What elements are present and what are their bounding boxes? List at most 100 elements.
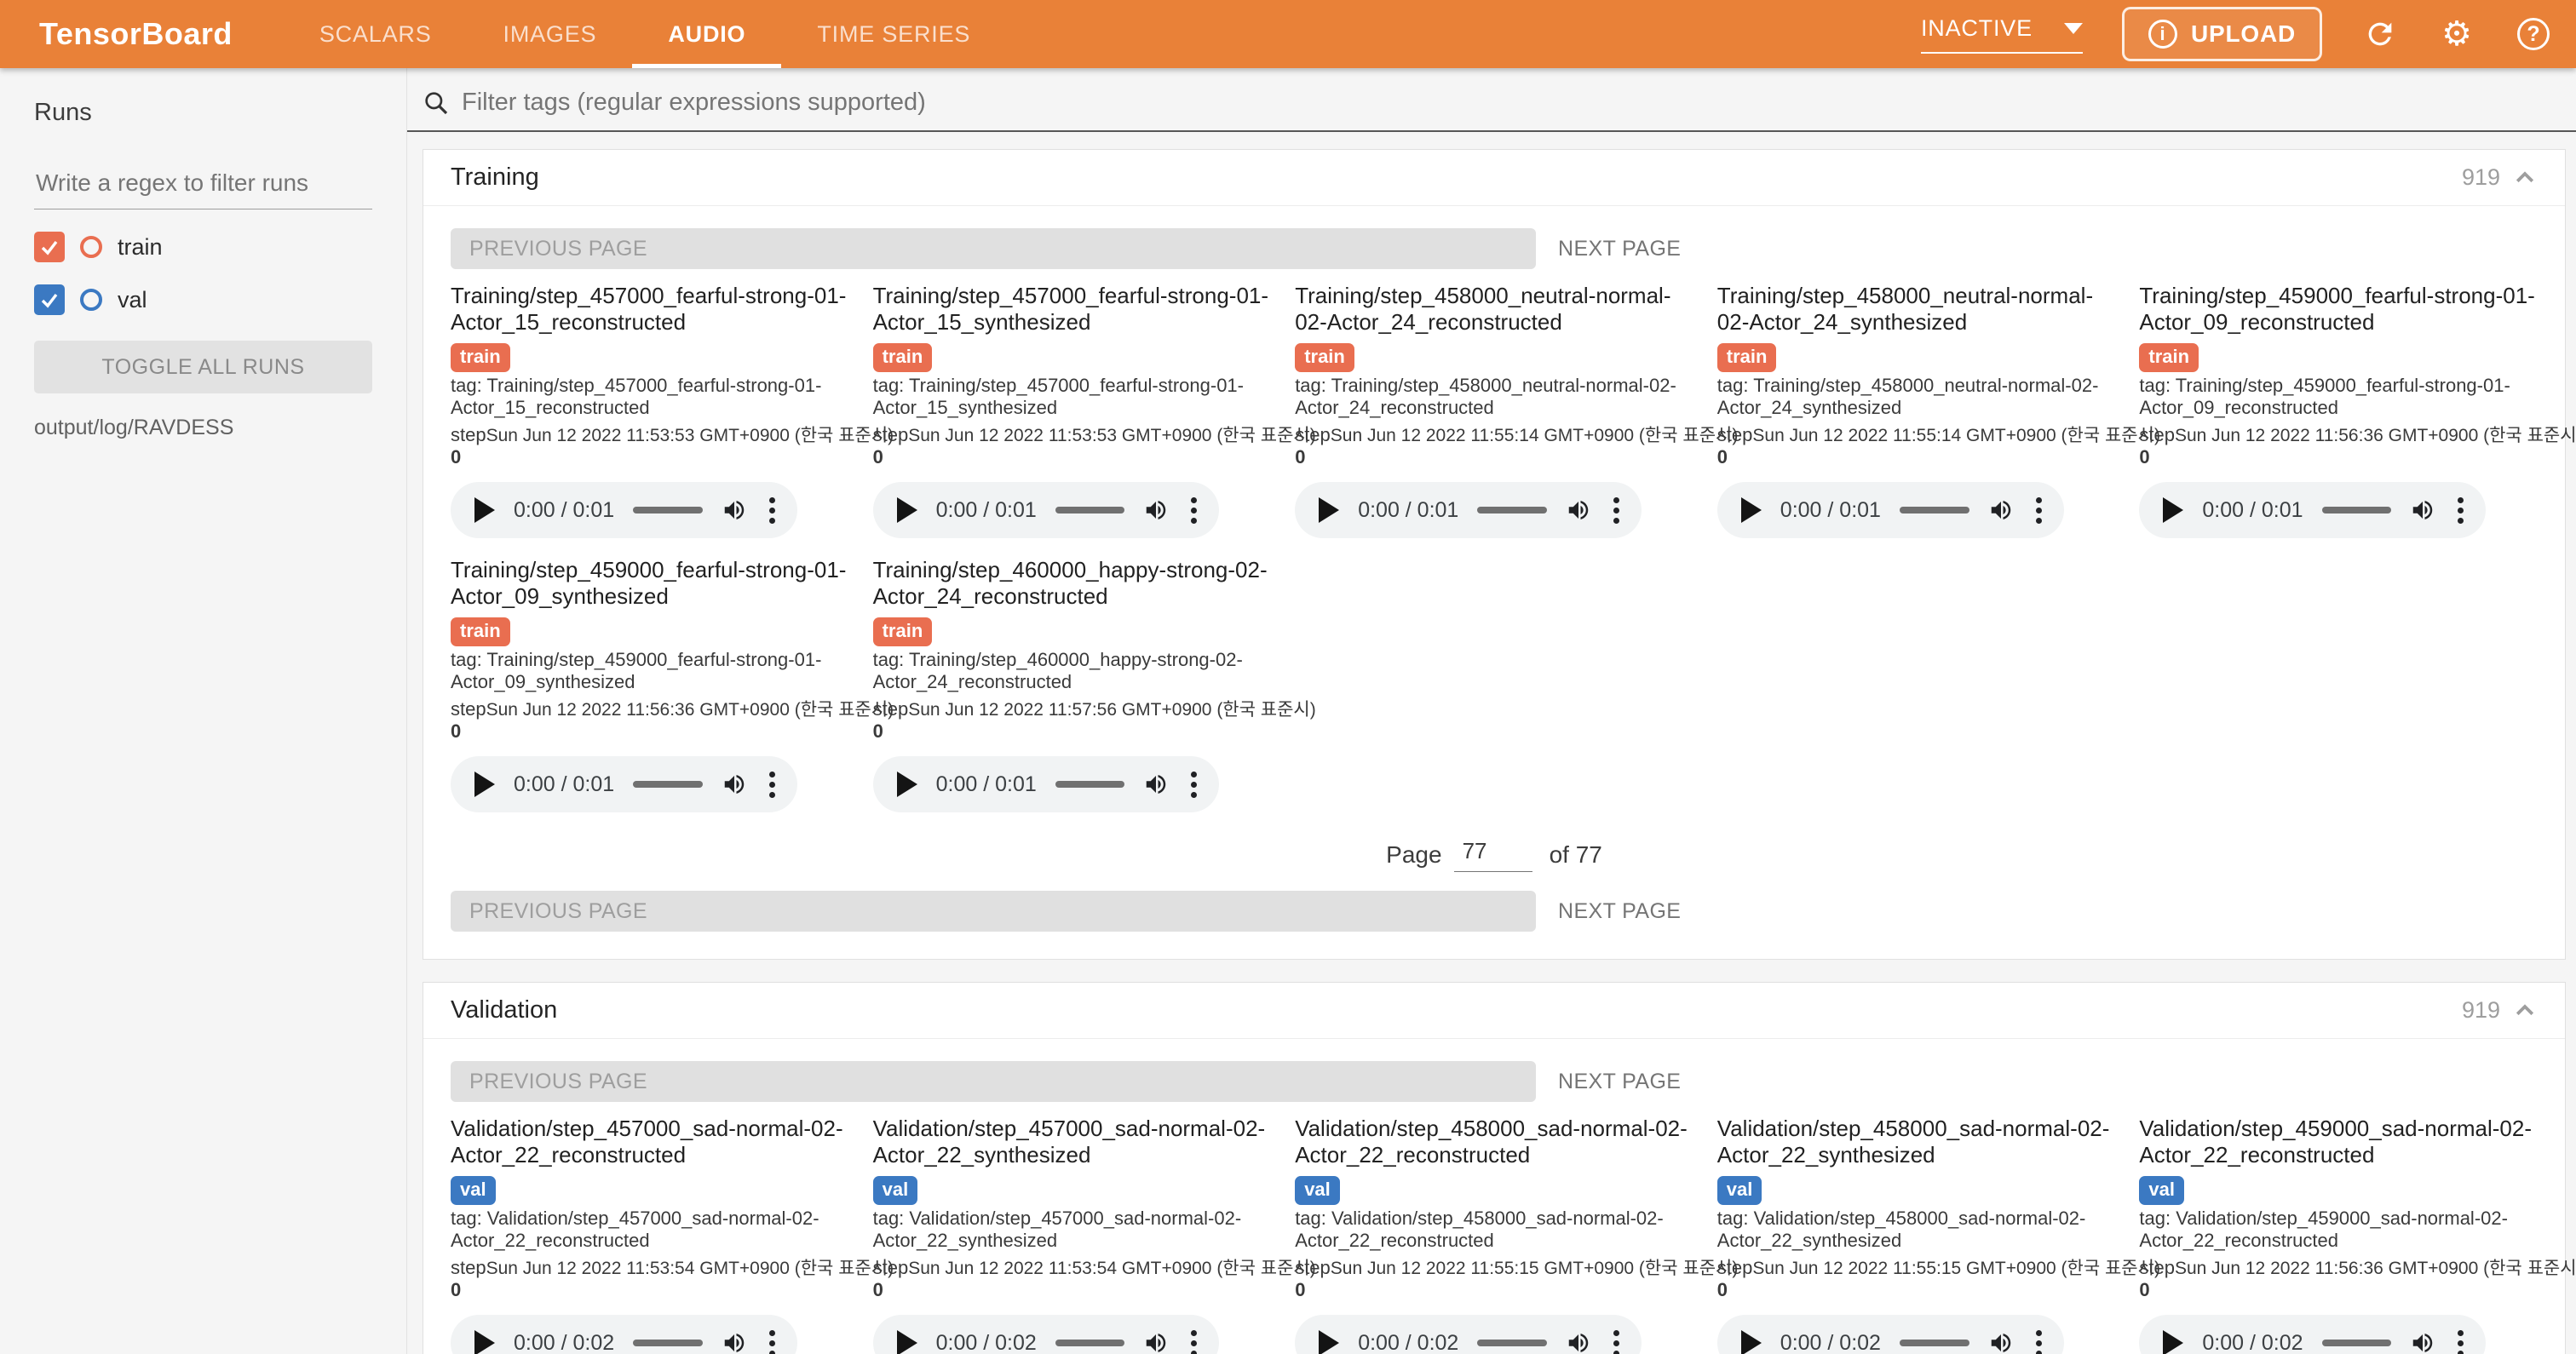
card-tag: tag: Validation/step_457000_sad-normal-0… (451, 1208, 849, 1252)
next-page-button[interactable]: NEXT PAGE (1558, 237, 1681, 261)
card-tag: tag: Validation/step_458000_sad-normal-0… (1295, 1208, 1693, 1252)
audio-progress-bar[interactable] (633, 507, 703, 513)
volume-icon[interactable] (722, 772, 747, 797)
upload-button[interactable]: i UPLOAD (2122, 7, 2322, 61)
section-count: 919 (2462, 997, 2500, 1024)
val-color-toggle[interactable] (80, 289, 102, 311)
volume-icon[interactable] (722, 1330, 747, 1354)
search-icon (423, 89, 450, 117)
play-icon[interactable] (1741, 1330, 1762, 1354)
play-icon[interactable] (897, 1330, 917, 1354)
val-checkbox[interactable] (34, 284, 65, 315)
card-timestamp: Sun Jun 12 2022 11:56:36 GMT+0900 (한국 표준… (2175, 422, 2576, 447)
volume-icon[interactable] (1988, 497, 2014, 523)
previous-page-button[interactable]: PREVIOUS PAGE (451, 891, 1536, 932)
card-title: Validation/step_457000_sad-normal-02-Act… (451, 1116, 849, 1168)
chevron-down-icon (2064, 23, 2083, 34)
toggle-all-runs-button[interactable]: TOGGLE ALL RUNS (34, 341, 372, 393)
more-options-icon[interactable] (1610, 1327, 1623, 1354)
audio-progress-bar[interactable] (1055, 1340, 1125, 1346)
play-icon[interactable] (474, 497, 495, 523)
previous-page-button[interactable]: PREVIOUS PAGE (451, 228, 1536, 269)
audio-time: 0:00 / 0:01 (1780, 498, 1881, 523)
play-icon[interactable] (2163, 1330, 2183, 1354)
more-options-icon[interactable] (1610, 494, 1623, 527)
run-badge: train (2139, 343, 2199, 372)
play-icon[interactable] (474, 772, 495, 797)
audio-time: 0:00 / 0:01 (936, 772, 1037, 797)
run-badge: val (2139, 1176, 2184, 1205)
audio-progress-bar[interactable] (1055, 507, 1125, 513)
play-icon[interactable] (897, 497, 917, 523)
volume-icon[interactable] (1566, 1330, 1591, 1354)
audio-progress-bar[interactable] (1477, 1340, 1547, 1346)
play-icon[interactable] (1319, 1330, 1339, 1354)
more-options-icon[interactable] (766, 768, 779, 801)
volume-icon[interactable] (1143, 497, 1169, 523)
next-page-button[interactable]: NEXT PAGE (1558, 899, 1681, 924)
train-color-toggle[interactable] (80, 236, 102, 258)
audio-player: 0:00 / 0:02 (2139, 1315, 2486, 1354)
help-button[interactable]: ? (2515, 15, 2552, 53)
more-options-icon[interactable] (1187, 1327, 1200, 1354)
section-count: 919 (2462, 164, 2500, 191)
train-checkbox[interactable] (34, 232, 65, 262)
audio-player: 0:00 / 0:01 (873, 482, 1220, 538)
settings-button[interactable]: ⚙ (2438, 15, 2475, 53)
volume-icon[interactable] (2410, 497, 2435, 523)
more-options-icon[interactable] (1187, 768, 1200, 801)
play-icon[interactable] (1319, 497, 1339, 523)
volume-icon[interactable] (1143, 1330, 1169, 1354)
status-dropdown[interactable]: INACTIVE (1921, 15, 2083, 54)
step-label: step (873, 1257, 909, 1278)
run-row-val: val (34, 284, 372, 315)
card-title: Validation/step_457000_sad-normal-02-Act… (873, 1116, 1272, 1168)
page-input[interactable] (1454, 838, 1532, 871)
chevron-up-icon[interactable] (2512, 165, 2538, 191)
more-options-icon[interactable] (2454, 1327, 2467, 1354)
run-filter-input[interactable] (34, 164, 372, 209)
audio-time: 0:00 / 0:01 (514, 772, 614, 797)
volume-icon[interactable] (2410, 1330, 2435, 1354)
tab-audio[interactable]: AUDIO (632, 0, 781, 68)
chevron-up-icon[interactable] (2512, 998, 2538, 1024)
play-icon[interactable] (474, 1330, 495, 1354)
refresh-button[interactable] (2361, 15, 2399, 53)
tag-filter-input[interactable] (462, 89, 2576, 117)
audio-progress-bar[interactable] (633, 1340, 703, 1346)
run-badge: val (1295, 1176, 1340, 1205)
audio-progress-bar[interactable] (1900, 507, 1969, 513)
more-options-icon[interactable] (2033, 494, 2045, 527)
page-label: Page (1386, 841, 1441, 869)
audio-progress-bar[interactable] (1477, 507, 1547, 513)
volume-icon[interactable] (722, 497, 747, 523)
tab-images[interactable]: IMAGES (468, 0, 633, 68)
tab-time-series[interactable]: TIME SERIES (781, 0, 1006, 68)
tag-section: Validation 919 PREVIOUS PAGE NEXT PAGE V… (423, 982, 2566, 1354)
tab-scalars[interactable]: SCALARS (284, 0, 468, 68)
volume-icon[interactable] (1566, 497, 1591, 523)
more-options-icon[interactable] (1187, 494, 1200, 527)
step-value: 0 (1717, 446, 1728, 468)
audio-progress-bar[interactable] (1900, 1340, 1969, 1346)
play-icon[interactable] (897, 772, 917, 797)
audio-progress-bar[interactable] (2322, 507, 2392, 513)
topbar: TensorBoard SCALARS IMAGES AUDIO TIME SE… (0, 0, 2576, 68)
volume-icon[interactable] (1988, 1330, 2014, 1354)
audio-progress-bar[interactable] (633, 781, 703, 788)
audio-time: 0:00 / 0:02 (514, 1331, 614, 1354)
audio-progress-bar[interactable] (2322, 1340, 2392, 1346)
more-options-icon[interactable] (766, 494, 779, 527)
more-options-icon[interactable] (2454, 494, 2467, 527)
runs-title: Runs (34, 99, 372, 127)
next-page-button[interactable]: NEXT PAGE (1558, 1070, 1681, 1094)
volume-icon[interactable] (1143, 772, 1169, 797)
step-label: step (1717, 1257, 1753, 1278)
play-icon[interactable] (1741, 497, 1762, 523)
previous-page-button[interactable]: PREVIOUS PAGE (451, 1061, 1536, 1102)
more-options-icon[interactable] (766, 1327, 779, 1354)
step-value: 0 (1295, 1279, 1305, 1300)
play-icon[interactable] (2163, 497, 2183, 523)
more-options-icon[interactable] (2033, 1327, 2045, 1354)
audio-progress-bar[interactable] (1055, 781, 1125, 788)
